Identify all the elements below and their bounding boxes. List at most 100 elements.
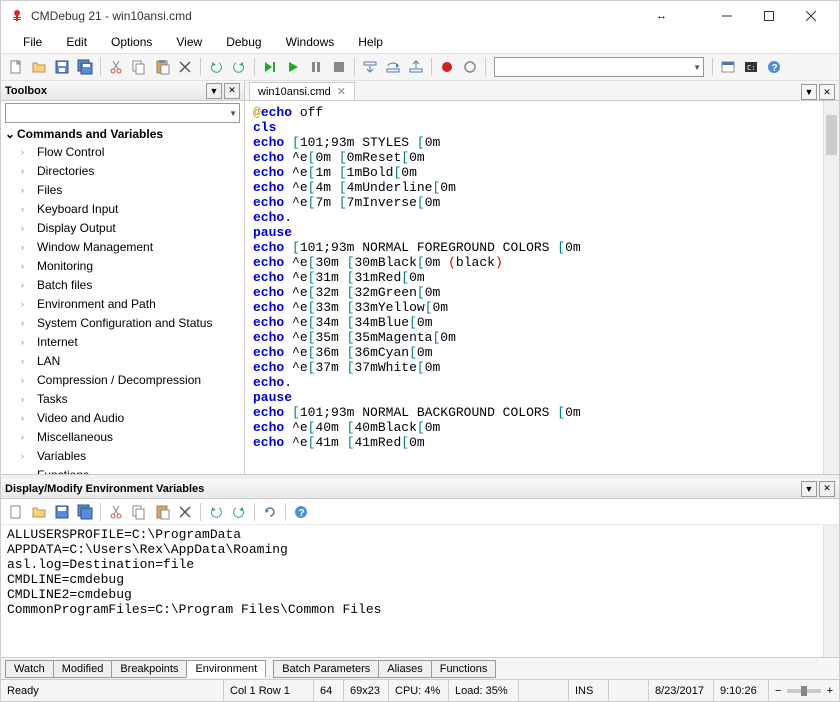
tree-item[interactable]: ›Window Management	[1, 238, 244, 257]
tab-breakpoints[interactable]: Breakpoints	[111, 660, 187, 678]
tree-item[interactable]: ›Tasks	[1, 390, 244, 409]
code-editor[interactable]: @echo off cls echo [101;93m STYLES [0m e…	[245, 101, 839, 474]
copy-button[interactable]	[128, 56, 150, 78]
maximize-button[interactable]	[749, 2, 789, 30]
zoom-control[interactable]: − +	[769, 680, 839, 701]
find-combo[interactable]: ▼	[494, 57, 704, 77]
tree-item[interactable]: ›Flow Control	[1, 143, 244, 162]
window-title: CMDebug 21 - win10ansi.cmd	[31, 9, 656, 23]
env-line[interactable]: APPDATA=C:\Users\Rex\AppData\Roaming	[7, 542, 833, 557]
tree-item[interactable]: ›Display Output	[1, 219, 244, 238]
editor-dropdown-button[interactable]: ▼	[801, 84, 817, 100]
env-delete-button[interactable]	[174, 501, 196, 523]
resize-handle-icon[interactable]: ↔	[656, 10, 667, 22]
close-icon[interactable]: ✕	[337, 85, 346, 98]
environment-panel: Display/Modify Environment Variables ▼ ✕…	[1, 475, 839, 679]
zoom-out-icon[interactable]: −	[775, 685, 781, 697]
env-list[interactable]: ALLUSERSPROFILE=C:\ProgramDataAPPDATA=C:…	[1, 525, 839, 657]
tree-root[interactable]: ⌄ Commands and Variables	[1, 125, 244, 143]
tree-item[interactable]: ›Compression / Decompression	[1, 371, 244, 390]
env-saveall-button[interactable]	[74, 501, 96, 523]
run-to-cursor-button[interactable]	[259, 56, 281, 78]
delete-button[interactable]	[174, 56, 196, 78]
tree-item[interactable]: ›Functions	[1, 466, 244, 474]
menu-debug[interactable]: Debug	[216, 33, 271, 51]
cmd-button[interactable]: C:	[740, 56, 762, 78]
toolbox-search-combo[interactable]: ▼	[5, 103, 240, 123]
step-out-button[interactable]	[405, 56, 427, 78]
menu-options[interactable]: Options	[101, 33, 162, 51]
toolbox-close-button[interactable]: ✕	[224, 83, 240, 99]
editor-tab[interactable]: win10ansi.cmd ✕	[249, 82, 355, 100]
env-new-button[interactable]	[5, 501, 27, 523]
editor-close-button[interactable]: ✕	[819, 84, 835, 100]
tab-environment[interactable]: Environment	[186, 660, 266, 678]
env-cut-button[interactable]	[105, 501, 127, 523]
bottom-tab-bar: WatchModifiedBreakpointsEnvironment Batch…	[1, 657, 839, 679]
save-button[interactable]	[51, 56, 73, 78]
tree-item[interactable]: ›Video and Audio	[1, 409, 244, 428]
tree-item[interactable]: ›Environment and Path	[1, 295, 244, 314]
env-line[interactable]: CommonProgramFiles=C:\Program Files\Comm…	[7, 602, 833, 617]
tab-functions[interactable]: Functions	[431, 660, 497, 678]
stop-button[interactable]	[328, 56, 350, 78]
options-button[interactable]	[717, 56, 739, 78]
editor-scrollbar[interactable]	[823, 101, 839, 474]
tree-item[interactable]: ›Monitoring	[1, 257, 244, 276]
step-into-button[interactable]	[359, 56, 381, 78]
menu-edit[interactable]: Edit	[56, 33, 97, 51]
tree-item-label: Video and Audio	[37, 410, 124, 427]
menu-view[interactable]: View	[166, 33, 212, 51]
tab-watch[interactable]: Watch	[5, 660, 54, 678]
env-scrollbar[interactable]	[823, 525, 839, 657]
env-open-button[interactable]	[28, 501, 50, 523]
env-dropdown-button[interactable]: ▼	[801, 481, 817, 497]
commands-tree[interactable]: ⌄ Commands and Variables ›Flow Control›D…	[1, 125, 244, 474]
pause-button[interactable]	[305, 56, 327, 78]
redo-button[interactable]	[228, 56, 250, 78]
chevron-right-icon: ›	[21, 258, 33, 275]
tree-item[interactable]: ›Variables	[1, 447, 244, 466]
new-file-button[interactable]	[5, 56, 27, 78]
run-button[interactable]	[282, 56, 304, 78]
env-redo-button[interactable]	[228, 501, 250, 523]
tab-aliases[interactable]: Aliases	[378, 660, 431, 678]
paste-button[interactable]	[151, 56, 173, 78]
minimize-button[interactable]	[707, 2, 747, 30]
menu-help[interactable]: Help	[348, 33, 393, 51]
env-line[interactable]: CMDLINE2=cmdebug	[7, 587, 833, 602]
tree-item[interactable]: ›Keyboard Input	[1, 200, 244, 219]
tree-item[interactable]: ›Directories	[1, 162, 244, 181]
env-refresh-button[interactable]	[259, 501, 281, 523]
menu-file[interactable]: File	[13, 33, 52, 51]
cut-button[interactable]	[105, 56, 127, 78]
env-close-button[interactable]: ✕	[819, 481, 835, 497]
toolbox-dropdown-button[interactable]: ▼	[206, 83, 222, 99]
open-file-button[interactable]	[28, 56, 50, 78]
help-button[interactable]: ?	[763, 56, 785, 78]
step-over-button[interactable]	[382, 56, 404, 78]
env-line[interactable]: asl.log=Destination=file	[7, 557, 833, 572]
env-save-button[interactable]	[51, 501, 73, 523]
env-help-button[interactable]: ?	[290, 501, 312, 523]
env-line[interactable]: CMDLINE=cmdebug	[7, 572, 833, 587]
tab-modified[interactable]: Modified	[53, 660, 113, 678]
close-button[interactable]	[791, 2, 831, 30]
tree-item[interactable]: ›Batch files	[1, 276, 244, 295]
tab-batch-parameters[interactable]: Batch Parameters	[273, 660, 379, 678]
undo-button[interactable]	[205, 56, 227, 78]
env-line[interactable]: ALLUSERSPROFILE=C:\ProgramData	[7, 527, 833, 542]
breakpoint-button[interactable]	[459, 56, 481, 78]
tree-item[interactable]: ›System Configuration and Status	[1, 314, 244, 333]
env-paste-button[interactable]	[151, 501, 173, 523]
zoom-in-icon[interactable]: +	[827, 685, 833, 697]
menu-windows[interactable]: Windows	[276, 33, 345, 51]
save-all-button[interactable]	[74, 56, 96, 78]
tree-item[interactable]: ›LAN	[1, 352, 244, 371]
record-button[interactable]	[436, 56, 458, 78]
env-undo-button[interactable]	[205, 501, 227, 523]
tree-item[interactable]: ›Internet	[1, 333, 244, 352]
env-copy-button[interactable]	[128, 501, 150, 523]
tree-item[interactable]: ›Miscellaneous	[1, 428, 244, 447]
tree-item[interactable]: ›Files	[1, 181, 244, 200]
